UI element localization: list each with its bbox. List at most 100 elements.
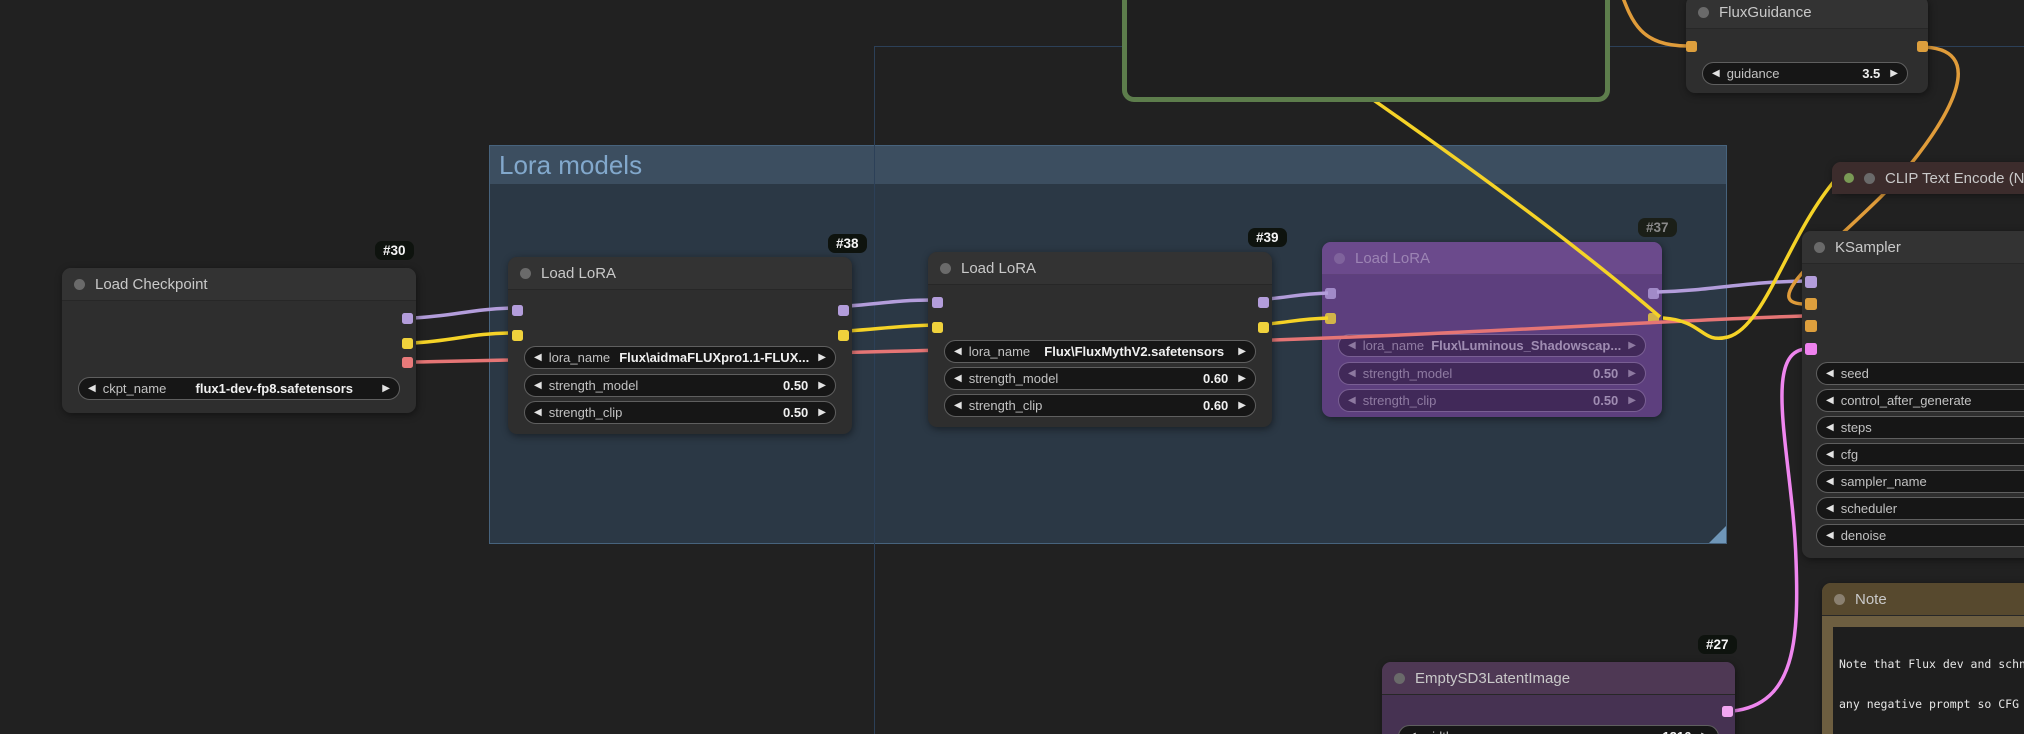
increment-arrow-icon[interactable]: ▶ — [1890, 68, 1898, 79]
collapse-dot-icon[interactable] — [520, 267, 531, 279]
decrement-arrow-icon[interactable]: ◀ — [534, 407, 542, 418]
node-load-lora-38[interactable]: Load LoRA ◀ lora_name Flux\aidmaFLUXpro1… — [508, 257, 852, 434]
scheduler-widget[interactable]: ◀ scheduler — [1816, 497, 2024, 520]
seed-widget[interactable]: ◀ seed — [1816, 362, 2024, 385]
increment-arrow-icon[interactable]: ▶ — [1628, 368, 1636, 379]
node-header[interactable]: Note — [1822, 583, 2024, 616]
decrement-arrow-icon[interactable]: ◀ — [1826, 422, 1834, 433]
clip-output-slot[interactable] — [1648, 313, 1659, 324]
collapse-dot-icon[interactable] — [1814, 241, 1825, 253]
strength-clip-widget[interactable]: ◀ strength_clip 0.60 ▶ — [944, 394, 1256, 417]
model-output-slot[interactable] — [1258, 297, 1269, 308]
decrement-arrow-icon[interactable]: ◀ — [1348, 340, 1356, 351]
lora-name-widget[interactable]: ◀ lora_name Flux\aidmaFLUXpro1.1-FLUX...… — [524, 346, 836, 369]
decrement-arrow-icon[interactable]: ◀ — [1348, 368, 1356, 379]
model-input-slot[interactable] — [512, 305, 523, 316]
decrement-arrow-icon[interactable]: ◀ — [1348, 395, 1356, 406]
increment-arrow-icon[interactable]: ▶ — [1238, 400, 1246, 411]
latent-output-slot[interactable] — [1722, 706, 1733, 717]
increment-arrow-icon[interactable]: ▶ — [818, 407, 826, 418]
cfg-widget[interactable]: ◀ cfg — [1816, 443, 2024, 466]
decrement-arrow-icon[interactable]: ◀ — [954, 373, 962, 384]
clip-input-slot[interactable] — [1325, 313, 1336, 324]
control-after-generate-widget[interactable]: ◀ control_after_generate — [1816, 389, 2024, 412]
increment-arrow-icon[interactable]: ▶ — [818, 352, 826, 363]
collapse-dot-icon[interactable] — [1698, 6, 1709, 18]
node-graph-canvas[interactable]: Lora models Load LoRA ◀ lora_name Flux\L… — [0, 0, 2024, 734]
node-header[interactable]: EmptySD3LatentImage — [1382, 662, 1735, 695]
node-load-lora-37[interactable]: Load LoRA ◀ lora_name Flux\Luminous_Shad… — [1322, 242, 1662, 417]
clip-input-slot[interactable] — [932, 322, 943, 333]
node-note[interactable]: Note Note that Flux dev and schne any ne… — [1822, 583, 2024, 734]
node-ksampler[interactable]: KSampler ◀ seed ◀ control_after_generate… — [1802, 231, 2024, 558]
ckpt-name-widget[interactable]: ◀ ckpt_name flux1-dev-fp8.safetensors ▶ — [78, 377, 400, 400]
model-input-slot[interactable] — [1325, 288, 1336, 299]
steps-widget[interactable]: ◀ steps — [1816, 416, 2024, 439]
collapse-dot-icon[interactable] — [74, 278, 85, 290]
model-input-slot[interactable] — [932, 297, 943, 308]
node-header[interactable]: Load LoRA — [928, 252, 1272, 285]
conditioning-output-slot[interactable] — [1917, 41, 1928, 52]
node-header[interactable]: Load Checkpoint — [62, 268, 416, 301]
guidance-widget[interactable]: ◀ guidance 3.5 ▶ — [1702, 62, 1908, 85]
node-header[interactable]: Load LoRA — [1322, 242, 1662, 275]
strength-model-widget[interactable]: ◀ strength_model 0.50 ▶ — [524, 374, 836, 397]
decrement-arrow-icon[interactable]: ◀ — [954, 400, 962, 411]
strength-clip-widget[interactable]: ◀ strength_clip 0.50 ▶ — [524, 401, 836, 424]
node-flux-guidance[interactable]: FluxGuidance ◀ guidance 3.5 ▶ — [1686, 0, 1928, 93]
node-clip-text-encode-positive[interactable] — [1122, 0, 1610, 102]
vae-output-slot[interactable] — [402, 357, 413, 368]
collapsed-input-dot-icon[interactable] — [1844, 173, 1854, 183]
node-load-checkpoint[interactable]: Load Checkpoint ◀ ckpt_name flux1-dev-fp… — [62, 268, 416, 413]
increment-arrow-icon[interactable]: ▶ — [382, 383, 390, 394]
collapse-dot-icon[interactable] — [1394, 672, 1405, 684]
decrement-arrow-icon[interactable]: ◀ — [88, 383, 96, 394]
lora-name-widget[interactable]: ◀ lora_name Flux\FluxMythV2.safetensors … — [944, 340, 1256, 363]
decrement-arrow-icon[interactable]: ◀ — [534, 352, 542, 363]
increment-arrow-icon[interactable]: ▶ — [1628, 340, 1636, 351]
node-header[interactable]: Load LoRA — [508, 257, 852, 290]
conditioning-input-slot[interactable] — [1686, 41, 1697, 52]
decrement-arrow-icon[interactable]: ◀ — [1826, 449, 1834, 460]
decrement-arrow-icon[interactable]: ◀ — [1826, 368, 1834, 379]
model-output-slot[interactable] — [402, 313, 413, 324]
collapse-dot-icon[interactable] — [1834, 593, 1845, 605]
increment-arrow-icon[interactable]: ▶ — [1628, 395, 1636, 406]
node-clip-text-encode-negative[interactable]: CLIP Text Encode (Ne — [1832, 162, 2024, 194]
node-empty-sd3-latent-image[interactable]: EmptySD3LatentImage ◀ width 1216 ▶ — [1382, 662, 1735, 734]
node-header[interactable]: FluxGuidance — [1686, 0, 1928, 29]
strength-model-widget[interactable]: ◀ strength_model 0.50 ▶ — [1338, 362, 1646, 385]
decrement-arrow-icon[interactable]: ◀ — [954, 346, 962, 357]
collapse-dot-icon[interactable] — [1864, 172, 1875, 184]
decrement-arrow-icon[interactable]: ◀ — [534, 380, 542, 391]
clip-output-slot[interactable] — [1258, 322, 1269, 333]
node-load-lora-39[interactable]: Load LoRA ◀ lora_name Flux\FluxMythV2.sa… — [928, 252, 1272, 427]
increment-arrow-icon[interactable]: ▶ — [1238, 373, 1246, 384]
decrement-arrow-icon[interactable]: ◀ — [1712, 68, 1720, 79]
decrement-arrow-icon[interactable]: ◀ — [1826, 530, 1834, 541]
decrement-arrow-icon[interactable]: ◀ — [1826, 395, 1834, 406]
increment-arrow-icon[interactable]: ▶ — [818, 380, 826, 391]
model-output-slot[interactable] — [1648, 288, 1659, 299]
decrement-arrow-icon[interactable]: ◀ — [1826, 476, 1834, 487]
model-input-slot[interactable] — [1805, 276, 1817, 288]
collapse-dot-icon[interactable] — [1334, 252, 1345, 264]
sampler-name-widget[interactable]: ◀ sampler_name — [1816, 470, 2024, 493]
note-textarea[interactable]: Note that Flux dev and schne any negativ… — [1833, 627, 2024, 734]
clip-input-slot[interactable] — [512, 330, 523, 341]
model-output-slot[interactable] — [838, 305, 849, 316]
strength-clip-widget[interactable]: ◀ strength_clip 0.50 ▶ — [1338, 389, 1646, 412]
decrement-arrow-icon[interactable]: ◀ — [1826, 503, 1834, 514]
latent-input-slot[interactable] — [1805, 343, 1817, 355]
denoise-widget[interactable]: ◀ denoise — [1816, 524, 2024, 547]
increment-arrow-icon[interactable]: ▶ — [1238, 346, 1246, 357]
node-header[interactable]: KSampler — [1802, 231, 2024, 264]
node-header[interactable]: CLIP Text Encode (Ne — [1832, 162, 2024, 194]
clip-output-slot[interactable] — [838, 330, 849, 341]
negative-input-slot[interactable] — [1805, 320, 1817, 332]
strength-model-widget[interactable]: ◀ strength_model 0.60 ▶ — [944, 367, 1256, 390]
width-widget[interactable]: ◀ width 1216 ▶ — [1398, 725, 1719, 734]
lora-name-widget[interactable]: ◀ lora_name Flux\Luminous_Shadowscap... … — [1338, 334, 1646, 357]
positive-input-slot[interactable] — [1805, 298, 1817, 310]
clip-output-slot[interactable] — [402, 338, 413, 349]
